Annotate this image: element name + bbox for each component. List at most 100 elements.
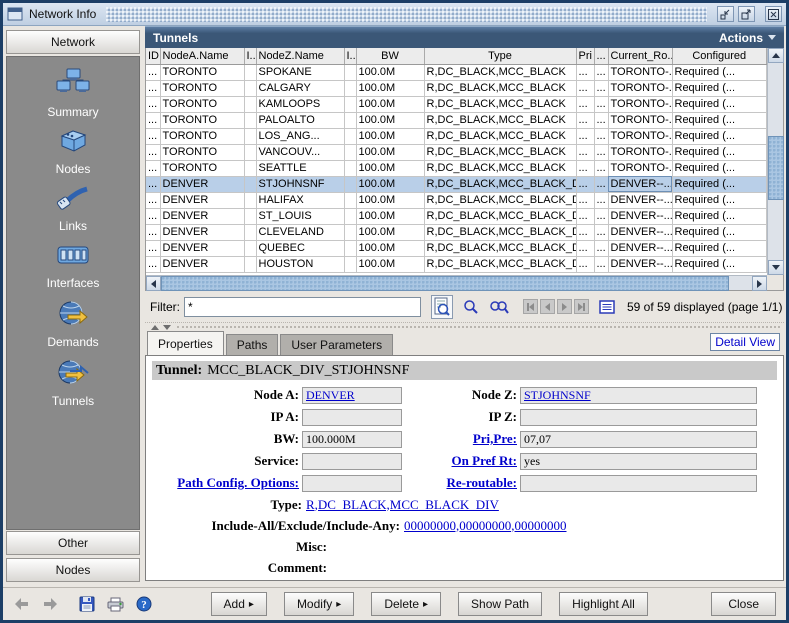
path-config-options-link[interactable]: Path Config. Options: xyxy=(152,475,302,491)
table-cell[interactable]: ... xyxy=(594,80,608,96)
minimize-icon[interactable] xyxy=(717,6,734,22)
table-cell[interactable] xyxy=(344,176,356,192)
type-link[interactable]: R,DC_BLACK,MCC_BLACK_DIV xyxy=(306,497,499,513)
pri-pre-link[interactable]: Pri,Pre: xyxy=(402,431,520,447)
table-cell[interactable]: DENVER xyxy=(160,240,244,256)
table-cell[interactable]: R,DC_BLACK,MCC_BLACK_DIV xyxy=(424,224,576,240)
table-cell[interactable]: Required (... xyxy=(672,160,767,176)
horizontal-scrollbar[interactable] xyxy=(146,275,767,290)
table-cell[interactable] xyxy=(244,112,256,128)
table-cell[interactable]: DENVER--... xyxy=(608,176,672,192)
table-cell[interactable]: R,DC_BLACK,MCC_BLACK xyxy=(424,64,576,80)
maximize-icon[interactable] xyxy=(738,6,755,22)
table-cell[interactable]: ... xyxy=(594,112,608,128)
table-cell[interactable]: R,DC_BLACK,MCC_BLACK xyxy=(424,112,576,128)
table-cell[interactable]: Required (... xyxy=(672,112,767,128)
scroll-up-icon[interactable] xyxy=(768,48,784,63)
table-cell[interactable]: R,DC_BLACK,MCC_BLACK_DIV xyxy=(424,256,576,272)
table-cell[interactable]: ... xyxy=(146,80,160,96)
table-cell[interactable]: ... xyxy=(146,176,160,192)
actions-menu-button[interactable]: Actions xyxy=(719,31,776,45)
table-cell[interactable] xyxy=(344,96,356,112)
table-cell[interactable]: R,DC_BLACK,MCC_BLACK xyxy=(424,96,576,112)
table-cell[interactable]: ... xyxy=(146,208,160,224)
table-cell[interactable]: ... xyxy=(576,144,594,160)
table-cell[interactable]: ... xyxy=(576,112,594,128)
table-row[interactable]: ...TORONTOPALOALTO100.0MR,DC_BLACK,MCC_B… xyxy=(146,112,767,128)
table-cell[interactable]: ... xyxy=(146,256,160,272)
table-cell[interactable]: CLEVELAND xyxy=(256,224,344,240)
table-cell[interactable]: DENVER xyxy=(160,176,244,192)
table-cell[interactable]: R,DC_BLACK,MCC_BLACK xyxy=(424,160,576,176)
table-cell[interactable]: ... xyxy=(576,256,594,272)
table-cell[interactable]: VANCOUV... xyxy=(256,144,344,160)
close-icon[interactable] xyxy=(765,6,782,22)
table-cell[interactable] xyxy=(244,128,256,144)
column-header[interactable]: BW xyxy=(356,48,424,64)
table-cell[interactable]: ... xyxy=(594,240,608,256)
table-cell[interactable]: ... xyxy=(146,128,160,144)
print-icon[interactable] xyxy=(107,597,124,612)
table-cell[interactable] xyxy=(244,192,256,208)
help-icon[interactable]: ? xyxy=(136,596,152,612)
table-cell[interactable]: ... xyxy=(594,208,608,224)
table-cell[interactable] xyxy=(244,256,256,272)
table-cell[interactable]: Required (... xyxy=(672,96,767,112)
table-cell[interactable]: 100.0M xyxy=(356,128,424,144)
add-button[interactable]: Add▸ xyxy=(211,592,267,616)
table-cell[interactable]: ... xyxy=(146,160,160,176)
table-cell[interactable]: Required (... xyxy=(672,192,767,208)
node-z-link[interactable]: STJOHNSNF xyxy=(524,388,591,402)
table-cell[interactable] xyxy=(244,224,256,240)
table-cell[interactable]: TORONTO xyxy=(160,96,244,112)
tab-properties[interactable]: Properties xyxy=(147,331,224,355)
sidebar-other-button[interactable]: Other xyxy=(6,531,140,555)
table-cell[interactable]: 100.0M xyxy=(356,160,424,176)
table-cell[interactable] xyxy=(244,240,256,256)
column-header[interactable]: NodeA.Name xyxy=(160,48,244,64)
table-cell[interactable]: HOUSTON xyxy=(256,256,344,272)
table-cell[interactable] xyxy=(344,224,356,240)
table-cell[interactable]: DENVER xyxy=(160,208,244,224)
re-routable-link[interactable]: Re-routable: xyxy=(402,475,520,491)
highlight-all-button[interactable]: Highlight All xyxy=(559,592,648,616)
table-cell[interactable]: Required (... xyxy=(672,256,767,272)
table-cell[interactable]: Required (... xyxy=(672,224,767,240)
table-cell[interactable]: DENVER--... xyxy=(608,240,672,256)
table-cell[interactable]: ... xyxy=(594,176,608,192)
table-cell[interactable] xyxy=(244,208,256,224)
table-cell[interactable]: ... xyxy=(146,192,160,208)
table-cell[interactable]: TORONTO-... xyxy=(608,64,672,80)
table-row[interactable]: ...DENVERQUEBEC100.0MR,DC_BLACK,MCC_BLAC… xyxy=(146,240,767,256)
table-cell[interactable]: ... xyxy=(146,144,160,160)
table-cell[interactable]: 100.0M xyxy=(356,208,424,224)
table-cell[interactable]: ... xyxy=(576,224,594,240)
table-cell[interactable]: DENVER xyxy=(160,224,244,240)
table-cell[interactable]: TORONTO xyxy=(160,128,244,144)
table-cell[interactable]: Required (... xyxy=(672,240,767,256)
table-cell[interactable]: 100.0M xyxy=(356,192,424,208)
scroll-left-icon[interactable] xyxy=(146,276,161,291)
column-header[interactable]: ID xyxy=(146,48,160,64)
table-cell[interactable]: ... xyxy=(576,192,594,208)
table-cell[interactable]: DENVER--... xyxy=(608,256,672,272)
table-cell[interactable]: SPOKANE xyxy=(256,64,344,80)
table-row[interactable]: ...TORONTOLOS_ANG...100.0MR,DC_BLACK,MCC… xyxy=(146,128,767,144)
table-cell[interactable] xyxy=(344,192,356,208)
table-cell[interactable]: ... xyxy=(576,160,594,176)
table-cell[interactable]: DENVER--... xyxy=(608,208,672,224)
table-row[interactable]: ...DENVERHALIFAX100.0MR,DC_BLACK,MCC_BLA… xyxy=(146,192,767,208)
table-cell[interactable]: Required (... xyxy=(672,144,767,160)
sidebar-item-links[interactable]: Links xyxy=(55,185,91,233)
scroll-down-icon[interactable] xyxy=(768,260,784,275)
column-header[interactable]: Configured xyxy=(672,48,767,64)
table-cell[interactable]: ... xyxy=(146,64,160,80)
table-row[interactable]: ...TORONTOKAMLOOPS100.0MR,DC_BLACK,MCC_B… xyxy=(146,96,767,112)
table-cell[interactable]: ... xyxy=(576,96,594,112)
table-cell[interactable] xyxy=(244,64,256,80)
table-cell[interactable]: Required (... xyxy=(672,80,767,96)
table-cell[interactable] xyxy=(244,96,256,112)
sidebar-item-summary[interactable]: Summary xyxy=(47,67,98,119)
split-pane-divider[interactable] xyxy=(145,322,784,331)
table-cell[interactable] xyxy=(244,176,256,192)
